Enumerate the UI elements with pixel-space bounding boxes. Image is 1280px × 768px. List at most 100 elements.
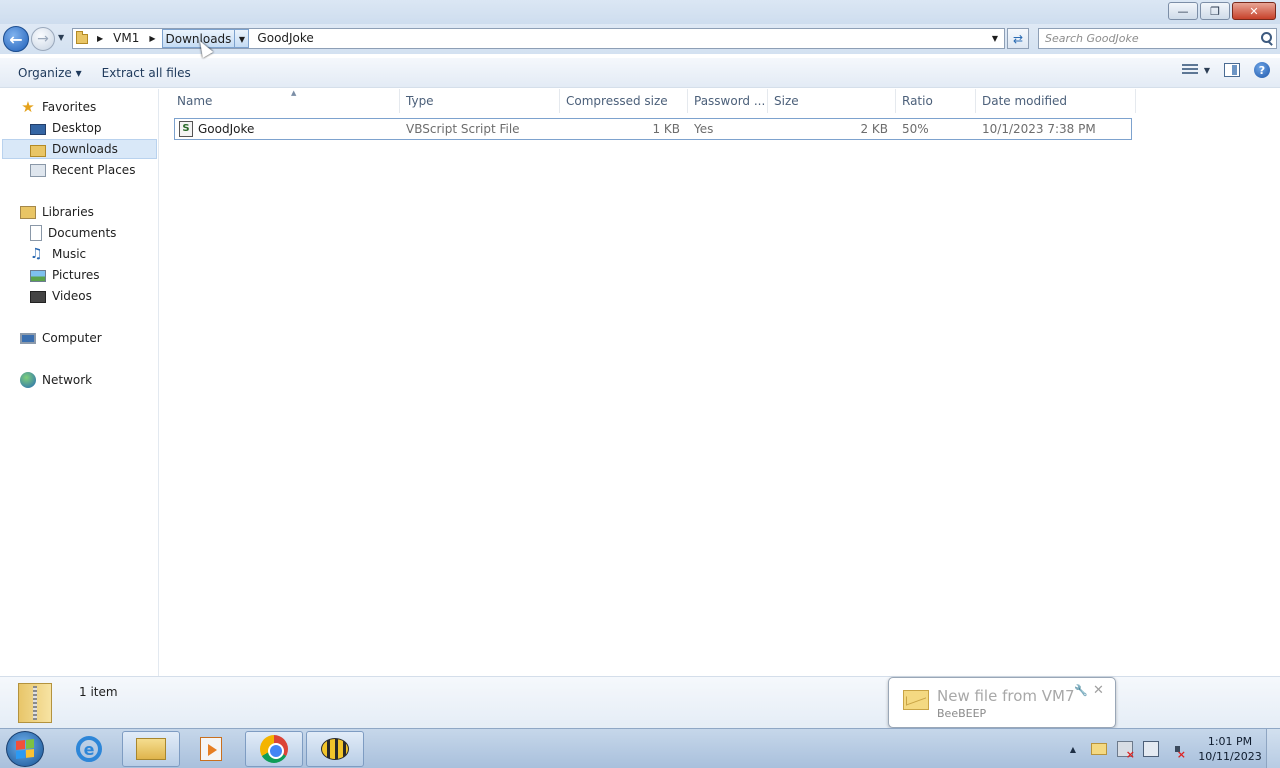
column-header-type[interactable]: Type: [400, 89, 560, 113]
show-desktop-button[interactable]: [1266, 729, 1280, 768]
videos-icon: [30, 291, 46, 303]
nav-item-label: Videos: [52, 289, 92, 303]
nav-item-music[interactable]: ♫ Music: [30, 244, 86, 264]
system-tray: ▲ 1:01 PM 10/11/2023: [1060, 729, 1280, 768]
chrome-icon: [260, 735, 288, 763]
internet-explorer-icon: e: [76, 736, 102, 762]
column-header-date-modified[interactable]: Date modified: [976, 89, 1136, 113]
file-date-modified: 10/1/2023 7:38 PM: [982, 122, 1096, 136]
breadcrumb-vm1[interactable]: VM1: [109, 29, 143, 48]
folder-icon: [73, 29, 91, 48]
search-placeholder: Search GoodJoke: [1045, 32, 1139, 45]
mail-icon: [903, 690, 929, 710]
recent-pages-dropdown-icon[interactable]: ▼: [58, 33, 64, 42]
change-view-button[interactable]: ▼: [1181, 64, 1210, 76]
minimize-button[interactable]: —: [1168, 2, 1198, 20]
file-size: 2 KB: [860, 122, 888, 136]
nav-item-pictures[interactable]: Pictures: [30, 265, 100, 285]
taskbar-windows-explorer[interactable]: [122, 731, 180, 767]
nav-item-downloads[interactable]: Downloads: [2, 139, 157, 159]
notification-title: New file from VM7: [937, 687, 1075, 705]
search-input[interactable]: Search GoodJoke: [1038, 28, 1277, 49]
nav-item-label: Documents: [48, 226, 117, 240]
wrench-icon[interactable]: 🔧: [1074, 684, 1088, 697]
breadcrumb-separator-icon[interactable]: ▶: [91, 34, 109, 43]
address-dropdown-icon[interactable]: ▼: [986, 34, 1004, 43]
clock[interactable]: 1:01 PM 10/11/2023: [1194, 734, 1266, 764]
command-toolbar: Organize ▾ Extract all files ▼ ?: [0, 58, 1280, 88]
clock-date: 10/11/2023: [1198, 750, 1262, 763]
taskbar: e ▲ 1:01 PM 10/11/2023: [0, 728, 1280, 768]
nav-network-label: Network: [42, 373, 93, 387]
breadcrumb-separator-icon[interactable]: ▶: [143, 34, 161, 43]
search-icon[interactable]: [1258, 30, 1276, 48]
breadcrumb-dropdown-icon[interactable]: ▼: [235, 29, 250, 48]
view-list-icon: [1181, 64, 1198, 76]
show-hidden-icons-icon[interactable]: ▲: [1065, 741, 1081, 757]
notification-balloon[interactable]: New file from VM7 BeeBEEP 🔧 ✕: [888, 677, 1116, 728]
refresh-button[interactable]: ⇄: [1007, 28, 1029, 49]
close-icon[interactable]: ✕: [1093, 683, 1104, 698]
sort-ascending-icon: ▲: [291, 89, 297, 97]
address-bar[interactable]: ▶ VM1 ▶ Downloads ▼ GoodJoke ▼: [72, 28, 1005, 49]
vbscript-file-icon: S: [179, 121, 193, 137]
item-count: 1 item: [79, 685, 118, 699]
clock-time: 1:01 PM: [1207, 735, 1253, 748]
taskbar-internet-explorer[interactable]: e: [60, 731, 118, 767]
desktop-icon: [30, 123, 46, 135]
close-button[interactable]: ✕: [1232, 2, 1276, 20]
star-icon: ★: [21, 98, 35, 116]
table-row[interactable]: S GoodJoke VBScript Script File 1 KB Yes…: [174, 118, 1132, 140]
extract-all-button[interactable]: Extract all files: [92, 61, 201, 85]
help-icon[interactable]: ?: [1254, 62, 1270, 78]
explorer-folder-icon: [136, 738, 166, 760]
recent-places-icon: [30, 163, 46, 177]
nav-item-documents[interactable]: Documents: [30, 223, 116, 243]
nav-computer[interactable]: Computer: [20, 328, 102, 348]
nav-item-label: Music: [52, 247, 87, 261]
title-bar: — ❐ ✕: [0, 0, 1280, 26]
action-center-icon[interactable]: [1117, 741, 1135, 761]
file-compressed-size: 1 KB: [652, 122, 680, 136]
notification-app: BeeBEEP: [937, 707, 987, 720]
column-header-ratio[interactable]: Ratio: [896, 89, 976, 113]
column-header-password[interactable]: Password ...: [688, 89, 768, 113]
nav-libraries[interactable]: Libraries: [20, 202, 94, 222]
forward-button[interactable]: →: [31, 27, 55, 51]
music-note-icon: ♫: [30, 246, 43, 262]
nav-item-desktop[interactable]: Desktop: [30, 118, 102, 138]
nav-computer-label: Computer: [42, 331, 102, 345]
navigation-pane: ★ Favorites Desktop Downloads Recent Pla…: [0, 89, 159, 676]
taskbar-beebeep[interactable]: [306, 731, 364, 767]
nav-favorites[interactable]: ★ Favorites: [20, 97, 96, 117]
computer-icon: [20, 333, 36, 344]
nav-item-label: Desktop: [52, 121, 102, 135]
nav-libraries-label: Libraries: [42, 205, 94, 219]
media-player-icon: [200, 737, 222, 761]
column-header-compressed-size[interactable]: Compressed size: [560, 89, 688, 113]
nav-item-recent-places[interactable]: Recent Places: [30, 160, 135, 180]
network-status-icon[interactable]: [1143, 741, 1159, 757]
nav-network[interactable]: Network: [20, 370, 92, 390]
zip-folder-icon: [18, 683, 52, 723]
column-header-size[interactable]: Size: [768, 89, 896, 113]
start-button[interactable]: [6, 731, 44, 767]
preview-pane-icon[interactable]: [1224, 63, 1240, 77]
chevron-down-icon: ▼: [1203, 65, 1210, 75]
nav-item-videos[interactable]: Videos: [30, 286, 92, 306]
file-name: GoodJoke: [198, 122, 255, 136]
taskbar-chrome[interactable]: [245, 731, 303, 767]
windows-logo-icon: [16, 739, 34, 759]
maximize-button[interactable]: ❐: [1200, 2, 1230, 20]
nav-item-label: Downloads: [52, 142, 118, 156]
bee-icon: [321, 738, 349, 760]
file-password: Yes: [694, 122, 714, 136]
beebeep-mail-icon[interactable]: [1091, 743, 1107, 755]
column-header-name[interactable]: Name ▲: [171, 89, 400, 113]
volume-muted-icon[interactable]: [1169, 741, 1186, 761]
breadcrumb-goodjoke[interactable]: GoodJoke: [253, 29, 317, 48]
libraries-icon: [20, 205, 36, 219]
back-button[interactable]: ←: [3, 26, 29, 52]
organize-button[interactable]: Organize ▾: [8, 61, 92, 85]
taskbar-media-player[interactable]: [182, 731, 240, 767]
